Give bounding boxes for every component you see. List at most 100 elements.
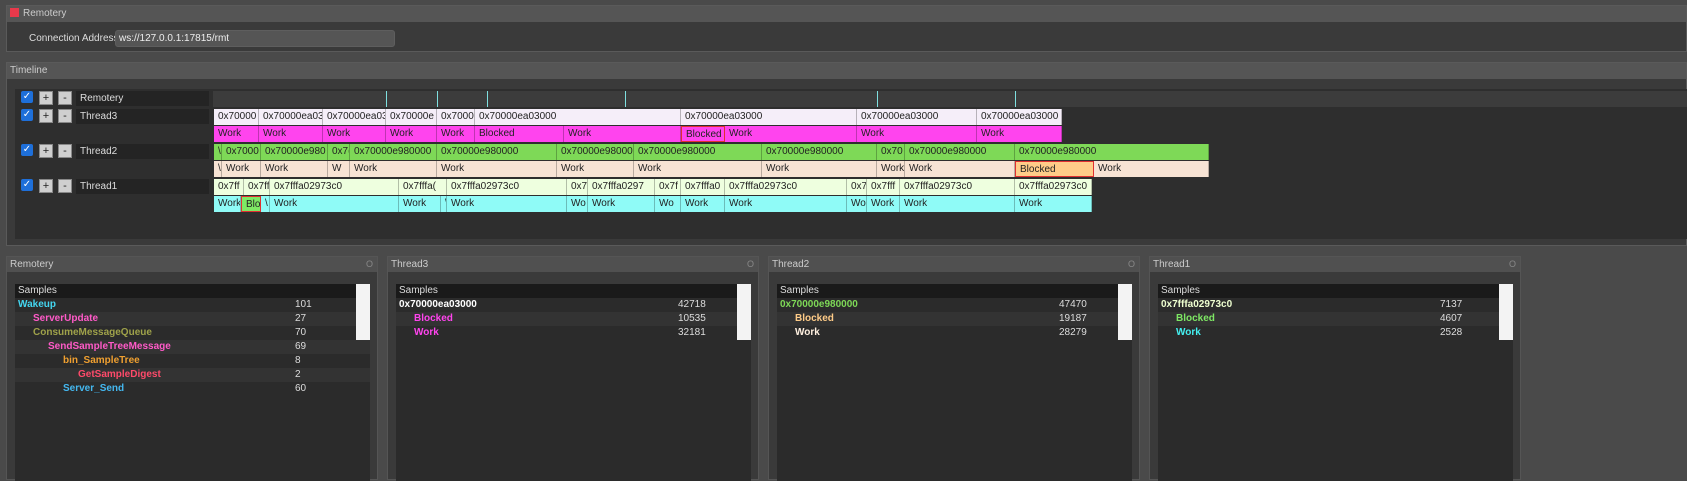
row-visible-checkbox[interactable]: ✓ bbox=[21, 179, 33, 191]
scrollbar[interactable] bbox=[1499, 284, 1513, 340]
timeline-sample-block[interactable]: 0x7 bbox=[847, 179, 867, 195]
timeline-sample-block[interactable]: 0x7fffa02973c0 bbox=[725, 179, 847, 195]
timeline-sample-block[interactable]: 0x7fff bbox=[867, 179, 900, 195]
timeline-sample-block[interactable]: 0x7fffa02973c0 bbox=[447, 179, 567, 195]
timeline-sample-block[interactable]: 0x7ff bbox=[214, 179, 244, 195]
timeline-sample-block[interactable]: Blo bbox=[241, 196, 261, 212]
timeline-sample-block[interactable]: 0x7fffa0 bbox=[681, 179, 725, 195]
sample-row[interactable]: Blocked 4607 bbox=[1158, 312, 1513, 326]
timeline-sample-block[interactable]: Work bbox=[270, 196, 399, 212]
timeline-sample-block[interactable]: Work bbox=[437, 161, 557, 177]
timeline-sample-block[interactable]: Work bbox=[399, 196, 441, 212]
timeline-sample-block[interactable]: 0x70000ea03000 bbox=[857, 109, 977, 125]
timeline-sample-block[interactable]: Work bbox=[977, 126, 1062, 142]
timeline-sample-block[interactable]: 0x70000e980000 bbox=[905, 144, 1015, 160]
timeline-sample-block[interactable]: Work bbox=[386, 126, 437, 142]
timeline-sample-block[interactable]: 0x7 bbox=[567, 179, 588, 195]
timeline-sample-block[interactable]: 0x70000ea03000 bbox=[681, 109, 857, 125]
timeline-sample-block[interactable]: 0x7fffa0297 bbox=[588, 179, 655, 195]
timeline-sample-block[interactable]: Work bbox=[214, 196, 241, 212]
sample-row[interactable]: Work 32181 bbox=[396, 326, 751, 340]
sample-row[interactable]: bin_SampleTree 8 bbox=[15, 354, 370, 368]
timeline-sample-block[interactable]: Work bbox=[857, 126, 977, 142]
timeline-sample-block[interactable]: 0x70000e980000 bbox=[1015, 144, 1209, 160]
timeline-sample-block[interactable]: Work bbox=[1094, 161, 1209, 177]
timeline-sample-block[interactable]: 0x70000e980000 bbox=[634, 144, 762, 160]
timeline-sample-block[interactable]: Work bbox=[725, 196, 847, 212]
timeline-sample-block[interactable]: 0x70000ea03 bbox=[323, 109, 386, 125]
sample-row[interactable]: GetSampleDigest 2 bbox=[15, 368, 370, 382]
timeline-sample-block[interactable]: 0x7000 bbox=[222, 144, 261, 160]
timeline-sample-block[interactable]: Work bbox=[905, 161, 1015, 177]
timeline-sample-block[interactable]: Work bbox=[1015, 196, 1092, 212]
timeline-sample-block[interactable]: 0x7fffa02973c0 bbox=[900, 179, 1015, 195]
row-visible-checkbox[interactable]: ✓ bbox=[21, 109, 33, 121]
timeline-sample-block[interactable]: Work bbox=[762, 161, 877, 177]
close-icon[interactable] bbox=[10, 7, 19, 17]
collapse-button[interactable]: - bbox=[58, 109, 72, 123]
timeline-sample-block[interactable]: Wo bbox=[847, 196, 867, 212]
sample-row[interactable]: ConsumeMessageQueue 70 bbox=[15, 326, 370, 340]
timeline-sample-block[interactable]: 0x7ff bbox=[244, 179, 270, 195]
sample-row[interactable]: 0x70000ea03000 42718 bbox=[396, 298, 751, 312]
timeline-sample-block[interactable]: 0x70000ea03 bbox=[259, 109, 323, 125]
panel-close-icon[interactable]: O bbox=[747, 257, 754, 272]
timeline-sample-block[interactable]: 0x7f bbox=[655, 179, 681, 195]
timeline-sample-block[interactable]: 0x70000ea03000 bbox=[977, 109, 1062, 125]
timeline-sample-block[interactable]: Blocked bbox=[1015, 161, 1094, 177]
timeline-sample-block[interactable]: 0x7000( bbox=[437, 109, 475, 125]
timeline-sample-block[interactable]: Wo bbox=[567, 196, 588, 212]
timeline-sample-block[interactable]: Work bbox=[261, 161, 328, 177]
timeline-sample-block[interactable]: Work bbox=[437, 126, 475, 142]
sample-row[interactable]: Blocked 10535 bbox=[396, 312, 751, 326]
timeline-sample-block[interactable]: 0x70000e bbox=[386, 109, 437, 125]
panel-close-icon[interactable]: O bbox=[366, 257, 373, 272]
timeline-sample-block[interactable]: Work bbox=[725, 126, 857, 142]
timeline-sample-block[interactable]: Work bbox=[350, 161, 437, 177]
sample-row[interactable]: Work 28279 bbox=[777, 326, 1132, 340]
expand-button[interactable]: + bbox=[39, 109, 53, 123]
timeline-sample-block[interactable]: \ bbox=[214, 161, 222, 177]
timeline-sample-block[interactable]: Work bbox=[681, 196, 725, 212]
timeline-sample-block[interactable]: \ bbox=[214, 144, 222, 160]
collapse-button[interactable]: - bbox=[58, 144, 72, 158]
expand-button[interactable]: + bbox=[39, 179, 53, 193]
timeline-sample-block[interactable]: 0x70000e980000 bbox=[437, 144, 557, 160]
connection-address-input[interactable] bbox=[115, 30, 395, 47]
sample-row[interactable]: Wakeup 101 bbox=[15, 298, 370, 312]
expand-button[interactable]: + bbox=[39, 91, 53, 105]
timeline-sample-block[interactable]: Work bbox=[214, 126, 259, 142]
timeline-sample-block[interactable]: 0x70000ea03000 bbox=[475, 109, 681, 125]
scrollbar[interactable] bbox=[737, 284, 751, 340]
expand-button[interactable]: + bbox=[39, 144, 53, 158]
timeline-sample-block[interactable]: 0x70000e980000 bbox=[350, 144, 437, 160]
timeline-sample-block[interactable]: 0x7fffa( bbox=[399, 179, 447, 195]
timeline-sample-block[interactable]: Work bbox=[447, 196, 567, 212]
collapse-button[interactable]: - bbox=[58, 91, 72, 105]
timeline-sample-block[interactable]: 0x7fffa02973c0 bbox=[1015, 179, 1092, 195]
timeline-sample-block[interactable]: Work bbox=[259, 126, 323, 142]
timeline-sample-block[interactable]: Work bbox=[222, 161, 261, 177]
remotery-track[interactable] bbox=[213, 91, 1687, 107]
timeline-sample-block[interactable]: Work bbox=[634, 161, 762, 177]
sample-row[interactable]: Blocked 19187 bbox=[777, 312, 1132, 326]
sample-row[interactable]: ServerUpdate 27 bbox=[15, 312, 370, 326]
timeline-sample-block[interactable]: Work bbox=[564, 126, 681, 142]
collapse-button[interactable]: - bbox=[58, 179, 72, 193]
scrollbar[interactable] bbox=[1118, 284, 1132, 340]
timeline-sample-block[interactable]: \ bbox=[261, 196, 270, 212]
sample-row[interactable]: SendSampleTreeMessage 69 bbox=[15, 340, 370, 354]
panel-close-icon[interactable]: O bbox=[1509, 257, 1516, 272]
timeline-sample-block[interactable]: Work bbox=[588, 196, 655, 212]
sample-row[interactable]: Work 2528 bbox=[1158, 326, 1513, 340]
timeline-sample-block[interactable]: 0x70000 bbox=[214, 109, 259, 125]
sample-row[interactable]: Server_Send 60 bbox=[15, 382, 370, 396]
timeline-sample-block[interactable]: Work bbox=[877, 161, 905, 177]
timeline-sample-block[interactable]: 0x7( bbox=[328, 144, 350, 160]
timeline-sample-block[interactable]: Work bbox=[900, 196, 1015, 212]
row-visible-checkbox[interactable]: ✓ bbox=[21, 91, 33, 103]
timeline-sample-block[interactable]: 0x70 bbox=[877, 144, 905, 160]
timeline-sample-block[interactable]: Work bbox=[323, 126, 386, 142]
timeline-sample-block[interactable]: Blocked bbox=[475, 126, 564, 142]
timeline-sample-block[interactable]: 0x70000e980000 bbox=[762, 144, 877, 160]
